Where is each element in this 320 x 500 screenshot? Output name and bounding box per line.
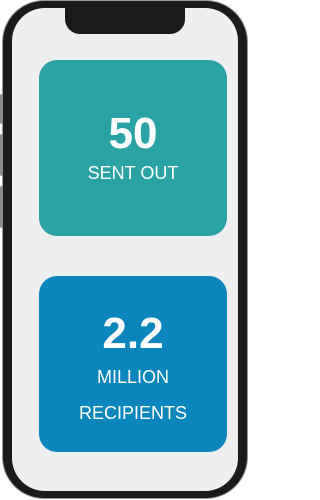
stat-card-sent-out: 50 SENT OUT xyxy=(39,60,227,236)
phone-frame: 50 SENT OUT 2.2 MILLION RECIPIENTS xyxy=(0,0,248,499)
stat-value: 50 xyxy=(108,109,158,158)
phone-volume-up-button xyxy=(0,134,3,176)
stat-label: SENT OUT xyxy=(87,163,179,183)
stat-card-recipients: 2.2 MILLION RECIPIENTS xyxy=(39,276,227,452)
stat-label-line-1: MILLION xyxy=(96,367,170,387)
phone-volume-down-button xyxy=(0,186,3,228)
phone-notch xyxy=(65,8,185,34)
phone-side-button xyxy=(0,94,3,124)
stat-label-line-2: RECIPIENTS xyxy=(78,403,188,423)
stat-value: 2.2 xyxy=(102,309,164,358)
phone-screen: 50 SENT OUT 2.2 MILLION RECIPIENTS xyxy=(12,8,238,491)
